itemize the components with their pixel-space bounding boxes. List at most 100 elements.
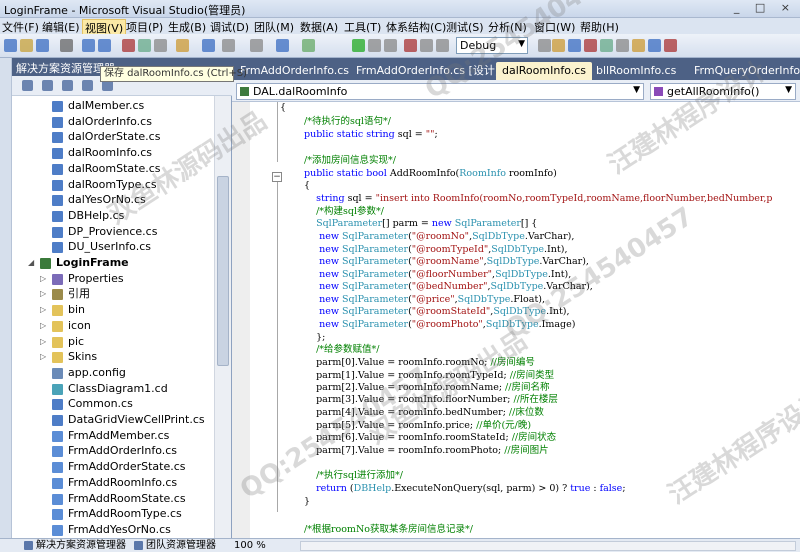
tool-window-icon[interactable] [552,39,565,52]
tab-4[interactable]: FrmQueryOrderInfo.cs [694,62,800,80]
window-controls[interactable]: _ □ × [734,1,796,14]
tree-item[interactable]: dalMember.cs [12,98,216,114]
scrollbar-thumb[interactable] [217,176,229,366]
tool-window-icon[interactable] [632,39,645,52]
properties-icon[interactable] [436,39,449,52]
code-line[interactable]: } [304,496,310,508]
collapse-icon[interactable]: ◢ [28,255,36,271]
menu-item-1[interactable]: 编辑(E) [40,19,82,35]
menu-item-9[interactable]: 体系结构(C) [384,19,448,35]
code-line[interactable]: new SqlParameter("@floorNumber",SqlDbTyp… [304,269,571,281]
menu-item-0[interactable]: 文件(F) [0,19,41,35]
code-line[interactable]: { [280,102,286,114]
menu-item-8[interactable]: 工具(T) [342,19,383,35]
expand-icon[interactable]: ▷ [40,286,48,302]
code-line[interactable]: new SqlParameter("@bedNumber",SqlDbType.… [304,281,593,293]
tab-1[interactable]: FrmAddOrderInfo.cs [设计] [356,62,499,80]
code-line[interactable]: SqlParameter[] parm = new SqlParameter[]… [304,218,537,230]
paste-icon[interactable] [154,39,167,52]
tree-item[interactable]: dalYesOrNo.cs [12,192,216,208]
save-icon[interactable] [82,39,95,52]
tool-window-icon[interactable] [616,39,629,52]
find-icon[interactable] [176,39,189,52]
expand-icon[interactable]: ▷ [40,334,48,350]
code-line[interactable]: parm[5].Value = roomInfo.price; //单价(元/晚… [304,420,531,432]
add-item-icon[interactable] [36,39,49,52]
code-line[interactable]: new SqlParameter("@roomTypeId",SqlDbType… [304,244,567,256]
expand-icon[interactable]: ▷ [40,271,48,287]
tool-window-icon[interactable] [568,39,581,52]
code-line[interactable]: parm[3].Value = roomInfo.floorNumber; //… [304,394,558,406]
tree-item[interactable]: ▷ 引用 [12,286,216,302]
cut-icon[interactable] [122,39,135,52]
open-icon[interactable] [20,39,33,52]
menu-item-3[interactable]: 项目(P) [124,19,165,35]
code-line[interactable]: /*根据roomNo获取某条房间信息记录*/ [304,524,473,536]
code-line[interactable]: parm[0].Value = roomInfo.roomNo; //房间编号 [304,357,535,369]
solution-explorer-tab[interactable]: 解决方案资源管理器 [22,539,126,552]
undo-icon[interactable] [250,39,263,52]
tree-item[interactable]: ▷ icon [12,318,216,334]
menu-item-6[interactable]: 团队(M) [252,19,296,35]
tree-item[interactable]: dalOrderInfo.cs [12,114,216,130]
tab-0[interactable]: FrmAddOrderInfo.cs [240,62,349,80]
tree-item[interactable]: FrmAddYesOrNo.cs [12,522,216,538]
tree-item[interactable]: FrmAddOrderInfo.cs [12,443,216,459]
code-line[interactable]: parm[6].Value = roomInfo.roomStateId; //… [304,432,556,444]
code-line[interactable]: /*待执行的sql语句*/ [304,116,391,128]
tree-item[interactable]: dalRoomType.cs [12,177,216,193]
tree-item[interactable]: FrmAddOrderState.cs [12,459,216,475]
code-line[interactable]: /*构建sql参数*/ [304,206,384,218]
tool-window-icon[interactable] [584,39,597,52]
tree-item[interactable]: ▷ bin [12,302,216,318]
code-line[interactable]: parm[4].Value = roomInfo.bedNumber; //床位… [304,407,544,419]
tree-item[interactable]: FrmAddRoomState.cs [12,491,216,507]
properties-icon[interactable] [22,80,33,91]
new-project-icon[interactable] [4,39,17,52]
redo-icon[interactable] [276,39,289,52]
code-line[interactable]: new SqlParameter("@roomNo",SqlDbType.Var… [304,231,574,243]
code-line[interactable]: { [304,180,310,192]
tree-item[interactable]: ▷ pic [12,334,216,350]
tree-item[interactable]: FrmAddMember.cs [12,428,216,444]
navigate-icon[interactable] [302,39,315,52]
tree-item[interactable]: DBHelp.cs [12,208,216,224]
tree-item[interactable]: ▷ Skins [12,349,216,365]
code-line[interactable]: /*添加房间信息实现*/ [304,155,396,167]
solution-explorer-icon[interactable] [420,39,433,52]
start-debugging-icon[interactable] [352,39,365,52]
view-code-icon[interactable] [82,80,93,91]
menu-item-4[interactable]: 生成(B) [166,19,208,35]
toolbox-strip[interactable] [0,58,12,540]
outdent-icon[interactable] [222,39,235,52]
editor-horizontal-scrollbar[interactable] [300,541,796,551]
menu-item-10[interactable]: 测试(S) [444,19,486,35]
tree-item[interactable]: FrmAddRoomType.cs [12,506,216,522]
tree-item[interactable]: ClassDiagram1.cd [12,381,216,397]
code-line[interactable]: public static string sql = ""; [304,129,438,141]
refresh-icon[interactable] [62,80,73,91]
tool-window-icon[interactable] [600,39,613,52]
menu-item-12[interactable]: 窗口(W) [532,19,577,35]
code-line[interactable]: public static bool AddRoomInfo(RoomInfo … [304,168,557,180]
code-line[interactable]: parm[7].Value = roomInfo.roomPhoto; //房间… [304,445,549,457]
expand-icon[interactable]: ▷ [40,349,48,365]
tree-item[interactable]: dalRoomInfo.cs [12,145,216,161]
tree-item[interactable]: dalRoomState.cs [12,161,216,177]
menu-item-13[interactable]: 帮助(H) [578,19,621,35]
code-line[interactable]: new SqlParameter("@roomStateId",SqlDbTyp… [304,306,569,318]
tree-item[interactable]: ▷ Properties [12,271,216,287]
tree-item[interactable]: DP_Provience.cs [12,224,216,240]
copy-icon[interactable] [138,39,151,52]
zoom-level[interactable]: 100 % [234,539,266,552]
code-line[interactable]: new SqlParameter("@roomPhoto",SqlDbType.… [304,319,575,331]
code-line[interactable]: new SqlParameter("@price",SqlDbType.Floa… [304,294,545,306]
tree-item[interactable]: Common.cs [12,396,216,412]
collapse-icon[interactable]: − [272,172,282,182]
menu-item-5[interactable]: 调试(D) [208,19,251,35]
tool-window-icon[interactable] [648,39,661,52]
menu-item-11[interactable]: 分析(N) [486,19,529,35]
indicator-margin[interactable] [232,102,250,538]
tree-item[interactable]: DataGridViewCellPrint.cs [12,412,216,428]
expand-icon[interactable]: ▷ [40,318,48,334]
